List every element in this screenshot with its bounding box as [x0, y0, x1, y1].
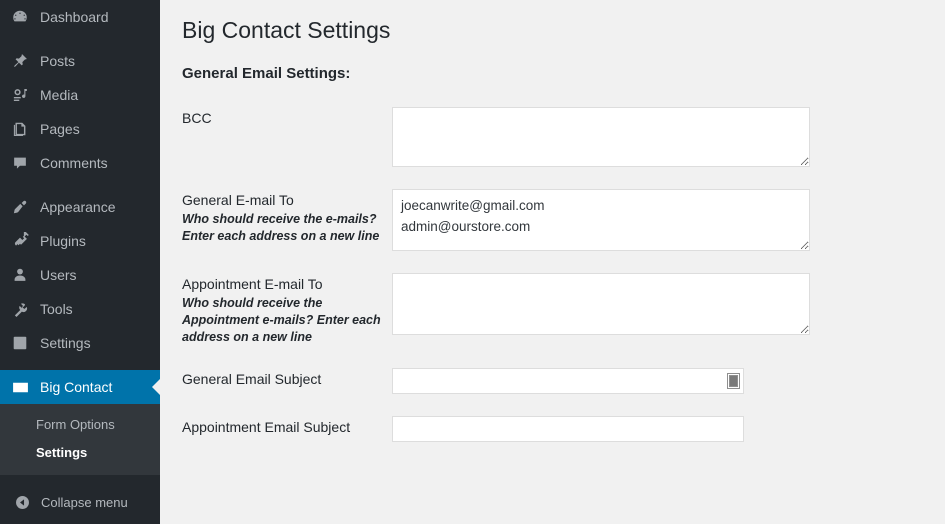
field-row-appointment-email-subject: Appointment Email Subject [182, 416, 945, 464]
field-input-cell [392, 273, 945, 368]
field-row-general-email-to: General E-mail To Who should receive the… [182, 189, 945, 273]
bcc-textarea[interactable] [392, 107, 810, 167]
sidebar-item-big-contact[interactable]: Big Contact [0, 370, 160, 404]
sidebar-item-pages[interactable]: Pages [0, 112, 160, 146]
dashboard-icon [10, 7, 30, 27]
admin-screen: Dashboard Posts Media Pages Comments App… [0, 0, 945, 524]
sidebar-item-label: Comments [40, 155, 108, 171]
appointment-email-subject-input[interactable] [392, 416, 744, 442]
sidebar-item-settings[interactable]: Settings [0, 326, 160, 360]
field-row-appointment-email-to: Appointment E-mail To Who should receive… [182, 273, 945, 368]
field-label-cell: General Email Subject [182, 368, 392, 416]
sidebar-item-label: Big Contact [40, 379, 113, 395]
sidebar-item-users[interactable]: Users [0, 258, 160, 292]
field-label-cell: Appointment Email Subject [182, 416, 392, 464]
plug-icon [10, 231, 30, 251]
sidebar-item-label: Plugins [40, 233, 86, 249]
field-row-general-email-subject: General Email Subject [182, 368, 945, 416]
general-email-subject-wrapper [392, 368, 744, 394]
field-label: Appointment Email Subject [182, 419, 351, 435]
sidebar-item-label: Dashboard [40, 9, 109, 25]
sidebar-item-posts[interactable]: Posts [0, 44, 160, 78]
main-content: Big Contact Settings General Email Setti… [160, 0, 945, 524]
general-email-subject-input[interactable] [392, 368, 744, 394]
pages-icon [10, 119, 30, 139]
user-icon [10, 265, 30, 285]
sidebar-item-label: Settings [40, 335, 91, 351]
field-row-bcc: BCC [182, 107, 945, 189]
big-contact-submenu: Form Options Settings [0, 404, 160, 475]
sidebar-item-label: Appearance [40, 199, 116, 215]
sidebar-item-appearance[interactable]: Appearance [0, 190, 160, 224]
appointment-email-subject-wrapper [392, 416, 744, 442]
sidebar-item-dashboard[interactable]: Dashboard [0, 0, 160, 34]
field-label: Appointment E-mail To [182, 276, 323, 292]
field-input-cell [392, 107, 945, 189]
field-input-cell [392, 368, 945, 416]
sidebar-item-media[interactable]: Media [0, 78, 160, 112]
submenu-item-settings[interactable]: Settings [0, 439, 160, 467]
field-description: Who should receive the e-mails? Enter ea… [182, 212, 380, 243]
field-label-cell: General E-mail To Who should receive the… [182, 189, 392, 273]
collapse-menu-button[interactable]: Collapse menu [0, 485, 160, 519]
contact-card-icon[interactable] [727, 373, 740, 389]
page-title: Big Contact Settings [182, 17, 391, 43]
pin-icon [10, 51, 30, 71]
field-label-cell: Appointment E-mail To Who should receive… [182, 273, 392, 368]
section-title: General Email Settings: [182, 65, 351, 82]
sidebar-item-label: Tools [40, 301, 73, 317]
collapse-menu-label: Collapse menu [41, 494, 128, 510]
field-label: BCC [182, 110, 212, 126]
field-input-cell [392, 189, 945, 273]
sidebar-item-label: Posts [40, 53, 76, 69]
field-label: General Email Subject [182, 371, 322, 387]
sidebar-item-label: Pages [40, 121, 80, 137]
field-description: Who should receive the Appointment e-mai… [182, 296, 381, 344]
sidebar-item-plugins[interactable]: Plugins [0, 224, 160, 258]
collapse-arrow-icon [12, 492, 32, 512]
sidebar-item-label: Users [40, 267, 77, 283]
field-input-cell [392, 416, 945, 464]
sidebar-item-tools[interactable]: Tools [0, 292, 160, 326]
sidebar-item-comments[interactable]: Comments [0, 146, 160, 180]
wrench-icon [10, 299, 30, 319]
envelope-icon [10, 377, 30, 397]
appointment-email-to-textarea[interactable] [392, 273, 810, 335]
comments-icon [10, 153, 30, 173]
field-label: General E-mail To [182, 192, 294, 208]
submenu-item-form-options[interactable]: Form Options [0, 411, 160, 439]
admin-menu-list: Dashboard Posts Media Pages Comments App… [0, 0, 160, 404]
general-email-to-textarea[interactable] [392, 189, 810, 251]
admin-sidebar: Dashboard Posts Media Pages Comments App… [0, 0, 160, 524]
field-label-cell: BCC [182, 107, 392, 189]
brush-icon [10, 197, 30, 217]
sidebar-item-label: Media [40, 87, 79, 103]
settings-form-table: BCC General E-mail To Who should receive… [182, 107, 945, 464]
sliders-icon [10, 333, 30, 353]
media-icon [10, 85, 30, 105]
